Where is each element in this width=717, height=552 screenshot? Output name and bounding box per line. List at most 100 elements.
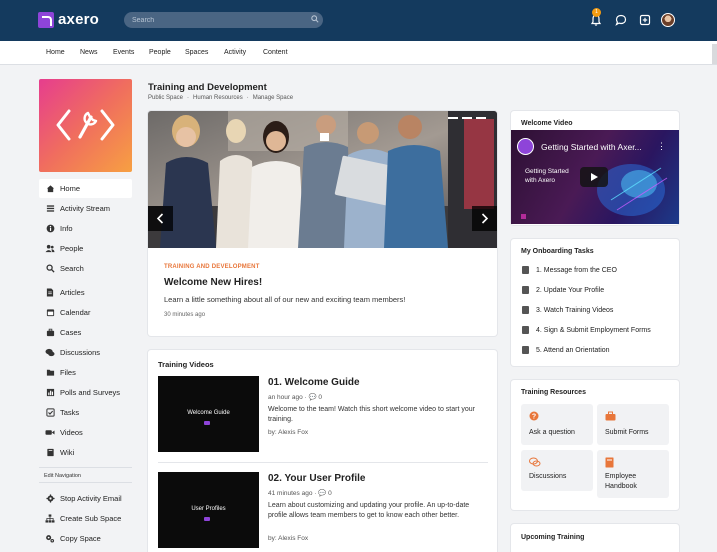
nav-spaces[interactable]: Spaces: [185, 49, 208, 56]
sidebar-item-label: Copy Space: [60, 534, 101, 543]
tile-ask-question[interactable]: ? Ask a question: [521, 404, 593, 445]
sidebar-item-info[interactable]: Info: [39, 219, 132, 238]
sidebar-item-tasks[interactable]: Tasks: [39, 403, 132, 422]
document-icon: [522, 286, 529, 294]
task-label: 3. Watch Training Videos: [536, 306, 614, 314]
sidebar-item-label: Info: [60, 224, 73, 233]
tile-discussions[interactable]: Discussions: [521, 450, 593, 491]
video-title[interactable]: Getting Started with Axer...: [541, 142, 642, 152]
video-time: an hour ago: [268, 394, 303, 401]
announcement-title[interactable]: Welcome New Hires!: [164, 277, 262, 288]
sidebar-item-people[interactable]: People: [39, 239, 132, 258]
sidebar-item-files[interactable]: Files: [39, 363, 132, 382]
tile-submit-forms[interactable]: Submit Forms: [597, 404, 669, 445]
nav-activity[interactable]: Activity: [224, 49, 246, 56]
tile-employee-handbook[interactable]: Employee Handbook: [597, 450, 669, 498]
axero-logo[interactable]: axero: [38, 11, 99, 28]
play-button[interactable]: [580, 167, 608, 187]
video-author[interactable]: by: Alexis Fox: [268, 429, 308, 436]
create-icon[interactable]: [638, 13, 652, 27]
sidebar-item-label: Polls and Surveys: [60, 388, 121, 397]
sidebar-item-label: Videos: [60, 428, 83, 437]
tile-label: Submit Forms: [605, 429, 649, 436]
breadcrumb-separator: ·: [246, 95, 249, 101]
nav-news[interactable]: News: [80, 49, 98, 56]
sidebar-item-label: Cases: [60, 328, 82, 337]
sidebar-item-articles[interactable]: Articles: [39, 283, 132, 302]
chat-icon[interactable]: [614, 13, 628, 27]
sidebar-item-home[interactable]: Home: [39, 179, 132, 198]
axero-logo-icon: [204, 421, 210, 425]
video-thumbnail[interactable]: User Profiles: [158, 472, 259, 548]
video-description: Learn about customizing and updating you…: [268, 502, 470, 519]
document-icon: [522, 326, 529, 334]
breadcrumb-manage-space[interactable]: Manage Space: [253, 95, 293, 101]
video-thumbnail[interactable]: Welcome Guide: [158, 376, 259, 452]
search-icon[interactable]: [311, 15, 319, 23]
sidebar-item-polls[interactable]: Polls and Surveys: [39, 383, 132, 402]
announcement-category[interactable]: TRAINING AND DEVELOPMENT: [164, 264, 260, 270]
sidebar-item-wiki[interactable]: Wiki: [39, 443, 132, 462]
home-icon: [44, 184, 56, 193]
nav-events[interactable]: Events: [113, 49, 134, 56]
announcement-description: Learn a little something about all of ou…: [164, 295, 406, 304]
sidebar-item-videos[interactable]: Videos: [39, 423, 132, 442]
top-bar: [0, 0, 717, 41]
nav-content[interactable]: Content: [263, 49, 288, 56]
cog-icon: [44, 494, 56, 503]
video-title[interactable]: 01. Welcome Guide: [268, 377, 360, 388]
carousel-prev-button[interactable]: [148, 206, 173, 231]
sidebar-item-search[interactable]: Search: [39, 259, 132, 278]
comment-icon: 💬: [308, 394, 317, 401]
carousel-next-button[interactable]: [472, 206, 497, 231]
carousel-dot-2[interactable]: [462, 117, 472, 119]
team-photo: [148, 111, 497, 248]
welcome-video-heading: Welcome Video: [521, 120, 573, 127]
sidebar-item-activity-stream[interactable]: Activity Stream: [39, 199, 132, 218]
task-item[interactable]: 1. Message from the CEO: [522, 266, 617, 274]
sidebar-item-copy-space[interactable]: Copy Space: [39, 529, 132, 548]
nav-home[interactable]: Home: [46, 49, 65, 56]
svg-text:?: ?: [532, 414, 536, 421]
sidebar-item-label: Files: [60, 368, 76, 377]
sidebar-item-create-sub-space[interactable]: Create Sub Space: [39, 509, 132, 528]
tile-label: Employee Handbook: [605, 473, 637, 490]
sidebar-item-cases[interactable]: Cases: [39, 323, 132, 342]
task-item[interactable]: 2. Update Your Profile: [522, 286, 604, 294]
task-item[interactable]: 4. Sign & Submit Employment Forms: [522, 326, 651, 334]
nav-scroll-handle[interactable]: [712, 44, 717, 64]
document-icon: [522, 306, 529, 314]
video-overlay-text: Getting Started with Axero: [525, 168, 569, 184]
sidebar-item-label: Activity Stream: [60, 204, 111, 213]
nav-people[interactable]: People: [149, 49, 171, 56]
carousel-dot-1[interactable]: [448, 117, 458, 119]
sidebar-item-label: Discussions: [60, 348, 101, 357]
edit-navigation-heading[interactable]: Edit Navigation: [44, 473, 81, 479]
carousel-dot-3[interactable]: [476, 117, 486, 119]
breadcrumb-human-resources[interactable]: Human Resources: [193, 95, 243, 101]
sidebar-item-label: People: [60, 244, 84, 253]
calendar-icon: [44, 308, 56, 317]
search-icon: [44, 264, 56, 273]
briefcase-icon: [44, 328, 56, 337]
search-input[interactable]: [124, 12, 323, 28]
bar-chart-icon: [44, 388, 56, 397]
sidebar-item-calendar[interactable]: Calendar: [39, 303, 132, 322]
video-author[interactable]: by: Alexis Fox: [268, 535, 308, 542]
sidebar-divider: [39, 482, 132, 483]
breadcrumb-public-space[interactable]: Public Space: [148, 95, 183, 101]
channel-avatar[interactable]: [517, 138, 534, 155]
video-meta: 41 minutes ago · 💬 0: [268, 489, 332, 497]
sidebar-item-discussions[interactable]: Discussions: [39, 343, 132, 362]
sidebar-item-stop-activity-email[interactable]: Stop Activity Email: [39, 489, 132, 508]
page-title: Training and Development: [148, 82, 267, 93]
space-logo: [39, 79, 132, 172]
more-options-icon[interactable]: ⋮: [657, 141, 666, 152]
task-item[interactable]: 3. Watch Training Videos: [522, 306, 613, 314]
training-videos-heading: Training Videos: [158, 360, 214, 369]
welcome-video-player[interactable]: Getting Started with Axer... ⋮ Getting S…: [511, 130, 679, 224]
video-title[interactable]: 02. Your User Profile: [268, 473, 365, 484]
user-avatar[interactable]: [661, 13, 675, 27]
task-item[interactable]: 5. Attend an Orientation: [522, 346, 610, 354]
thumbnail-label: Welcome Guide: [187, 410, 230, 416]
